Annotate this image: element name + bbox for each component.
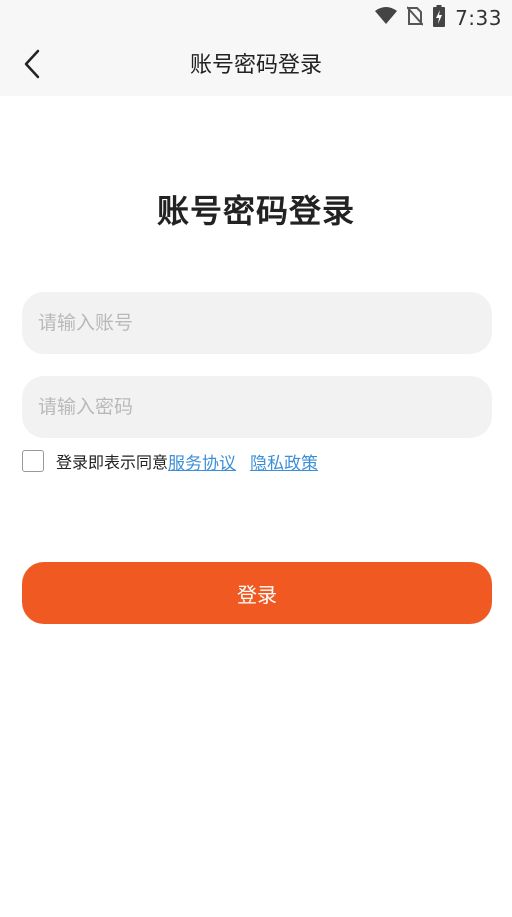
password-input[interactable] <box>22 376 492 438</box>
agreement-checkbox[interactable] <box>22 450 44 472</box>
nav-bar: 账号密码登录 <box>0 36 512 96</box>
status-bar: 7:33 <box>0 0 512 36</box>
chevron-left-icon <box>23 49 41 83</box>
status-icons: 7:33 <box>375 4 502 32</box>
password-field <box>22 376 492 438</box>
back-button[interactable] <box>14 48 50 84</box>
agreement-text: 登录即表示同意 <box>56 453 169 472</box>
no-sim-icon <box>406 6 424 30</box>
wifi-icon <box>375 7 398 29</box>
status-time: 7:33 <box>455 6 502 30</box>
page-heading: 账号密码登录 <box>156 192 355 230</box>
account-field <box>22 292 492 354</box>
login-page: 7:33 账号密码登录 账号密码登录 登录即表示同意 服务协议 隐私政策 登录 <box>0 0 512 917</box>
nav-title: 账号密码登录 <box>189 53 322 78</box>
battery-charging-icon <box>433 5 446 31</box>
privacy-policy-link[interactable]: 隐私政策 <box>250 449 318 474</box>
account-input[interactable] <box>22 292 492 354</box>
agreement-row: 登录即表示同意 服务协议 隐私政策 <box>22 448 318 474</box>
service-agreement-link[interactable]: 服务协议 <box>168 449 236 474</box>
login-button[interactable]: 登录 <box>22 562 492 624</box>
